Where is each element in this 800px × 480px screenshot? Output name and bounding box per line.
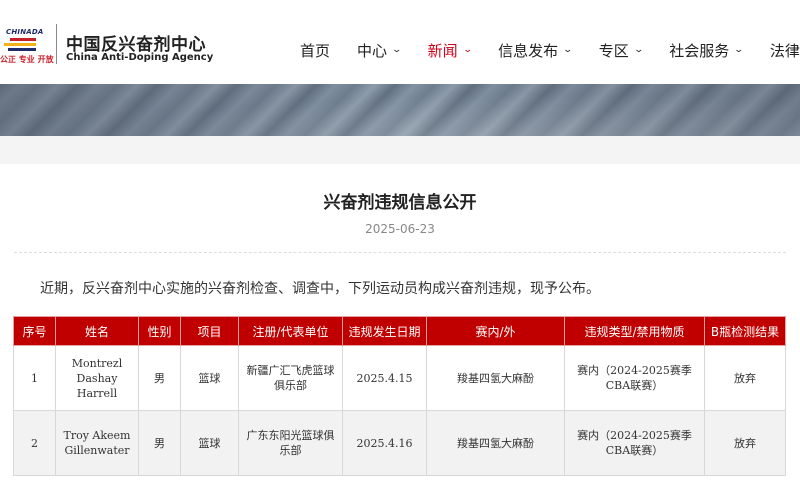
cell-date: 2025.4.16 xyxy=(342,410,427,476)
col-header-competition: 赛内/外 xyxy=(426,316,565,346)
nav-item-home[interactable]: 首页 xyxy=(300,38,330,62)
nav-item-law[interactable]: 法律 xyxy=(770,38,800,62)
nav-item-info-release[interactable]: 信息发布 ⌄ xyxy=(498,38,574,62)
table-row: 1 Montrezl Dashay Harrell 男 篮球 新疆广汇飞虎篮球俱… xyxy=(13,345,786,411)
col-header-index: 序号 xyxy=(13,316,56,346)
content-top-band xyxy=(0,136,800,164)
chevron-down-icon: ⌄ xyxy=(733,45,745,55)
cell-name: Troy Akeem Gillenwater xyxy=(55,410,139,476)
cell-substance: 羧基四氢大麻酚 xyxy=(426,410,565,476)
chevron-down-icon: ⌄ xyxy=(562,45,574,55)
cell-club: 新疆广汇飞虎篮球俱乐部 xyxy=(238,345,343,411)
cell-name: Montrezl Dashay Harrell xyxy=(55,345,139,411)
violations-table: 序号 姓名 性别 项目 注册/代表单位 违规发生日期 赛内/外 违规类型/禁用物… xyxy=(13,316,786,476)
cell-sport: 篮球 xyxy=(180,410,239,476)
article-intro: 近期，反兴奋剂中心实施的兴奋剂检查、调查中，下列运动员构成兴奋剂违规，现予公布。 xyxy=(40,281,600,297)
title-divider xyxy=(14,252,786,253)
col-header-violation: 违规类型/禁用物质 xyxy=(564,316,705,346)
cell-index: 1 xyxy=(13,345,56,411)
logo-divider xyxy=(56,24,57,64)
col-header-b-sample: B瓶检测结果 xyxy=(704,316,786,346)
logo-stripe-yellow xyxy=(4,43,36,46)
cell-sport: 篮球 xyxy=(180,345,239,411)
chevron-down-icon: ⌄ xyxy=(391,45,403,55)
logo-title-en: China Anti-Doping Agency xyxy=(66,52,214,63)
banner-overlay xyxy=(0,84,800,136)
logo-stripe-red xyxy=(10,38,36,41)
logo-brand-text: CHINADA xyxy=(6,28,44,36)
cell-in-competition: 赛内（2024-2025赛季CBA联赛） xyxy=(564,410,705,476)
site-header: CHINADA 公正 专业 开放 中国反兴奋剂中心 China Anti-Dop… xyxy=(0,0,800,84)
nav-label: 新闻 xyxy=(427,41,458,60)
nav-item-center[interactable]: 中心 ⌄ xyxy=(357,38,403,62)
nav-item-special-zone[interactable]: 专区 ⌄ xyxy=(598,38,644,62)
cell-gender: 男 xyxy=(138,345,181,411)
nav-label: 专区 xyxy=(598,41,629,60)
cell-index: 2 xyxy=(13,410,56,476)
chevron-down-icon: ⌄ xyxy=(462,45,473,55)
cell-date: 2025.4.15 xyxy=(342,345,427,411)
article-title: 兴奋剂违规信息公开 xyxy=(323,193,477,213)
article-date: 2025-06-23 xyxy=(365,222,435,236)
col-header-gender: 性别 xyxy=(138,316,181,346)
main-nav: 首页 中心 ⌄ 新闻 ⌄ 信息发布 ⌄ 专区 ⌄ 社会服务 ⌄ 法律 xyxy=(300,38,800,62)
table-header-row: 序号 姓名 性别 项目 注册/代表单位 违规发生日期 赛内/外 违规类型/禁用物… xyxy=(13,316,786,346)
chinada-logo-mark: CHINADA 公正 专业 开放 xyxy=(0,22,56,66)
page-banner xyxy=(0,84,800,136)
nav-label: 中心 xyxy=(357,41,388,60)
nav-item-news[interactable]: 新闻 ⌄ xyxy=(427,38,473,62)
col-header-date: 违规发生日期 xyxy=(342,316,427,346)
col-header-sport: 项目 xyxy=(180,316,239,346)
logo-slogan: 公正 专业 开放 xyxy=(0,55,54,64)
chevron-down-icon: ⌄ xyxy=(633,45,644,55)
cell-gender: 男 xyxy=(138,410,181,476)
cell-in-competition: 赛内（2024-2025赛季CBA联赛） xyxy=(564,345,705,411)
cell-club: 广东东阳光篮球俱乐部 xyxy=(238,410,343,476)
cell-b-sample-result: 放弃 xyxy=(704,345,786,411)
col-header-name: 姓名 xyxy=(55,316,139,346)
nav-label: 信息发布 xyxy=(498,41,559,60)
nav-label: 首页 xyxy=(300,41,331,60)
nav-item-social-service[interactable]: 社会服务 ⌄ xyxy=(669,38,745,62)
col-header-club: 注册/代表单位 xyxy=(238,316,343,346)
nav-label: 社会服务 xyxy=(669,41,730,60)
nav-label: 法律 xyxy=(769,41,800,60)
cell-substance: 羧基四氢大麻酚 xyxy=(426,345,565,411)
site-logo[interactable]: CHINADA 公正 专业 开放 中国反兴奋剂中心 China Anti-Dop… xyxy=(0,22,214,66)
cell-b-sample-result: 放弃 xyxy=(704,410,786,476)
table-row: 2 Troy Akeem Gillenwater 男 篮球 广东东阳光篮球俱乐部… xyxy=(13,410,786,476)
logo-stripe-blue xyxy=(8,48,36,51)
